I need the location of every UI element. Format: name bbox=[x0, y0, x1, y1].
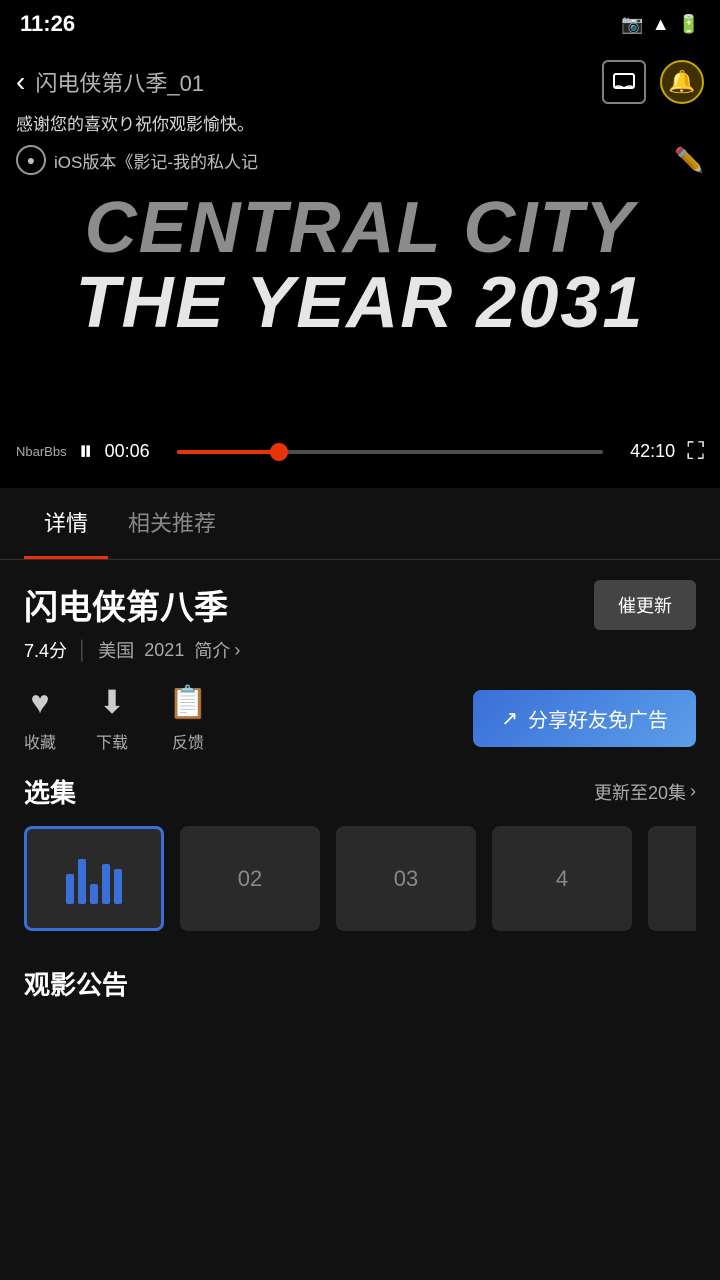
download-button[interactable]: ⬇ 下载 bbox=[96, 683, 128, 753]
episode-thumb-02[interactable]: 02 bbox=[180, 826, 320, 931]
tabs-row: 详情 相关推荐 bbox=[0, 488, 720, 560]
episode-list: 02 03 4 05 06 bbox=[24, 826, 696, 941]
episode-num-02: 02 bbox=[238, 866, 262, 892]
video-title-year: THE YEAR 2031 bbox=[76, 264, 645, 343]
share-label: 分享好友免广告 bbox=[528, 704, 668, 733]
controls-bar: NbarBbs ⏸ 00:06 42:10 ⛶ bbox=[0, 425, 720, 488]
cast-button[interactable] bbox=[602, 60, 646, 104]
announce-title: 观影公告 bbox=[24, 965, 696, 1002]
chevron-right-icon: › bbox=[690, 781, 696, 802]
status-time: 11:26 bbox=[20, 11, 75, 37]
status-bar: 11:26 📷 ▲ 🔋 bbox=[0, 0, 720, 48]
ios-bar-icon: ● bbox=[16, 145, 46, 175]
show-info-row: 闪电侠第八季 7.4分 │ 美国 2021 简介 › 催更新 bbox=[24, 580, 696, 663]
fullscreen-button[interactable]: ⛶ bbox=[687, 438, 704, 466]
action-row: ♥ 收藏 ⬇ 下载 📋 反馈 ↗ 分享好友免广告 bbox=[24, 683, 696, 753]
edit-icon[interactable]: ✏️ bbox=[674, 146, 704, 175]
show-title: 闪电侠第八季 bbox=[24, 580, 240, 629]
announcement-section: 观影公告 bbox=[0, 965, 720, 1002]
episode-section-title: 选集 bbox=[24, 773, 76, 810]
feedback-button[interactable]: 📋 反馈 bbox=[168, 683, 208, 753]
episode-num-03: 03 bbox=[394, 866, 418, 892]
progress-fill bbox=[177, 450, 279, 454]
video-area: CENTRAL CITY THE YEAR 2031 ‹ 闪电侠第八季_01 🔔… bbox=[0, 48, 720, 488]
brief-link[interactable]: 简介 › bbox=[194, 637, 240, 663]
download-icon: ⬇ bbox=[99, 683, 126, 721]
ep-bars bbox=[66, 854, 122, 904]
collect-label: 收藏 bbox=[24, 729, 56, 753]
episode-num-04: 4 bbox=[556, 866, 568, 892]
heart-icon: ♥ bbox=[31, 684, 50, 721]
show-year: 2021 bbox=[144, 640, 184, 661]
update-button[interactable]: 催更新 bbox=[594, 580, 696, 630]
ios-bar: ● iOS版本《影记-我的私人记 ✏️ bbox=[0, 140, 720, 180]
play-pause-button[interactable]: ⏸ bbox=[79, 435, 93, 468]
bell-icon-circle[interactable]: 🔔 bbox=[660, 60, 704, 104]
tab-related[interactable]: 相关推荐 bbox=[108, 488, 236, 559]
download-label: 下载 bbox=[96, 729, 128, 753]
wifi-icon: ▲ bbox=[652, 14, 670, 35]
feedback-label: 反馈 bbox=[172, 729, 204, 753]
video-top-left: ‹ 闪电侠第八季_01 bbox=[16, 66, 204, 98]
share-button[interactable]: ↗ 分享好友免广告 bbox=[473, 690, 696, 747]
episode-thumb-03[interactable]: 03 bbox=[336, 826, 476, 931]
show-meta: 7.4分 │ 美国 2021 简介 › bbox=[24, 637, 240, 663]
video-top-title: 闪电侠第八季_01 bbox=[35, 66, 204, 98]
episode-thumb-01[interactable] bbox=[24, 826, 164, 931]
notification-bar: 感谢您的喜欢り祝你观影愉快。 bbox=[0, 104, 720, 141]
current-time: 00:06 bbox=[105, 441, 165, 462]
collect-button[interactable]: ♥ 收藏 bbox=[24, 684, 56, 753]
episode-section-header: 选集 更新至20集 › bbox=[24, 773, 696, 810]
episode-thumb-04[interactable]: 4 bbox=[492, 826, 632, 931]
progress-bar[interactable] bbox=[177, 450, 604, 454]
back-button[interactable]: ‹ bbox=[16, 66, 25, 98]
tab-details[interactable]: 详情 bbox=[24, 488, 108, 559]
camera-icon: 📷 bbox=[621, 14, 643, 35]
video-top-right: 🔔 bbox=[602, 60, 704, 104]
battery-icon: 🔋 bbox=[678, 14, 700, 35]
show-country: 美国 bbox=[98, 637, 134, 663]
episode-thumb-05[interactable]: 05 bbox=[648, 826, 696, 931]
episode-update-link[interactable]: 更新至20集 › bbox=[594, 779, 696, 805]
nbarbs-label: NbarBbs bbox=[16, 444, 67, 459]
share-icon: ↗ bbox=[501, 706, 518, 731]
controls-top: NbarBbs ⏸ 00:06 42:10 ⛶ bbox=[16, 435, 704, 468]
chevron-right-icon: › bbox=[234, 640, 240, 661]
content-area: 闪电侠第八季 7.4分 │ 美国 2021 简介 › 催更新 ♥ 收藏 ⬇ 下载… bbox=[0, 560, 720, 941]
status-icons: 📷 ▲ 🔋 bbox=[621, 14, 700, 35]
total-time: 42:10 bbox=[615, 441, 675, 462]
show-rating: 7.4分 bbox=[24, 637, 67, 663]
video-title-central: CENTRAL CITY bbox=[85, 192, 636, 264]
show-info-left: 闪电侠第八季 7.4分 │ 美国 2021 简介 › bbox=[24, 580, 240, 663]
progress-thumb[interactable] bbox=[270, 443, 288, 461]
feedback-icon: 📋 bbox=[168, 683, 208, 721]
